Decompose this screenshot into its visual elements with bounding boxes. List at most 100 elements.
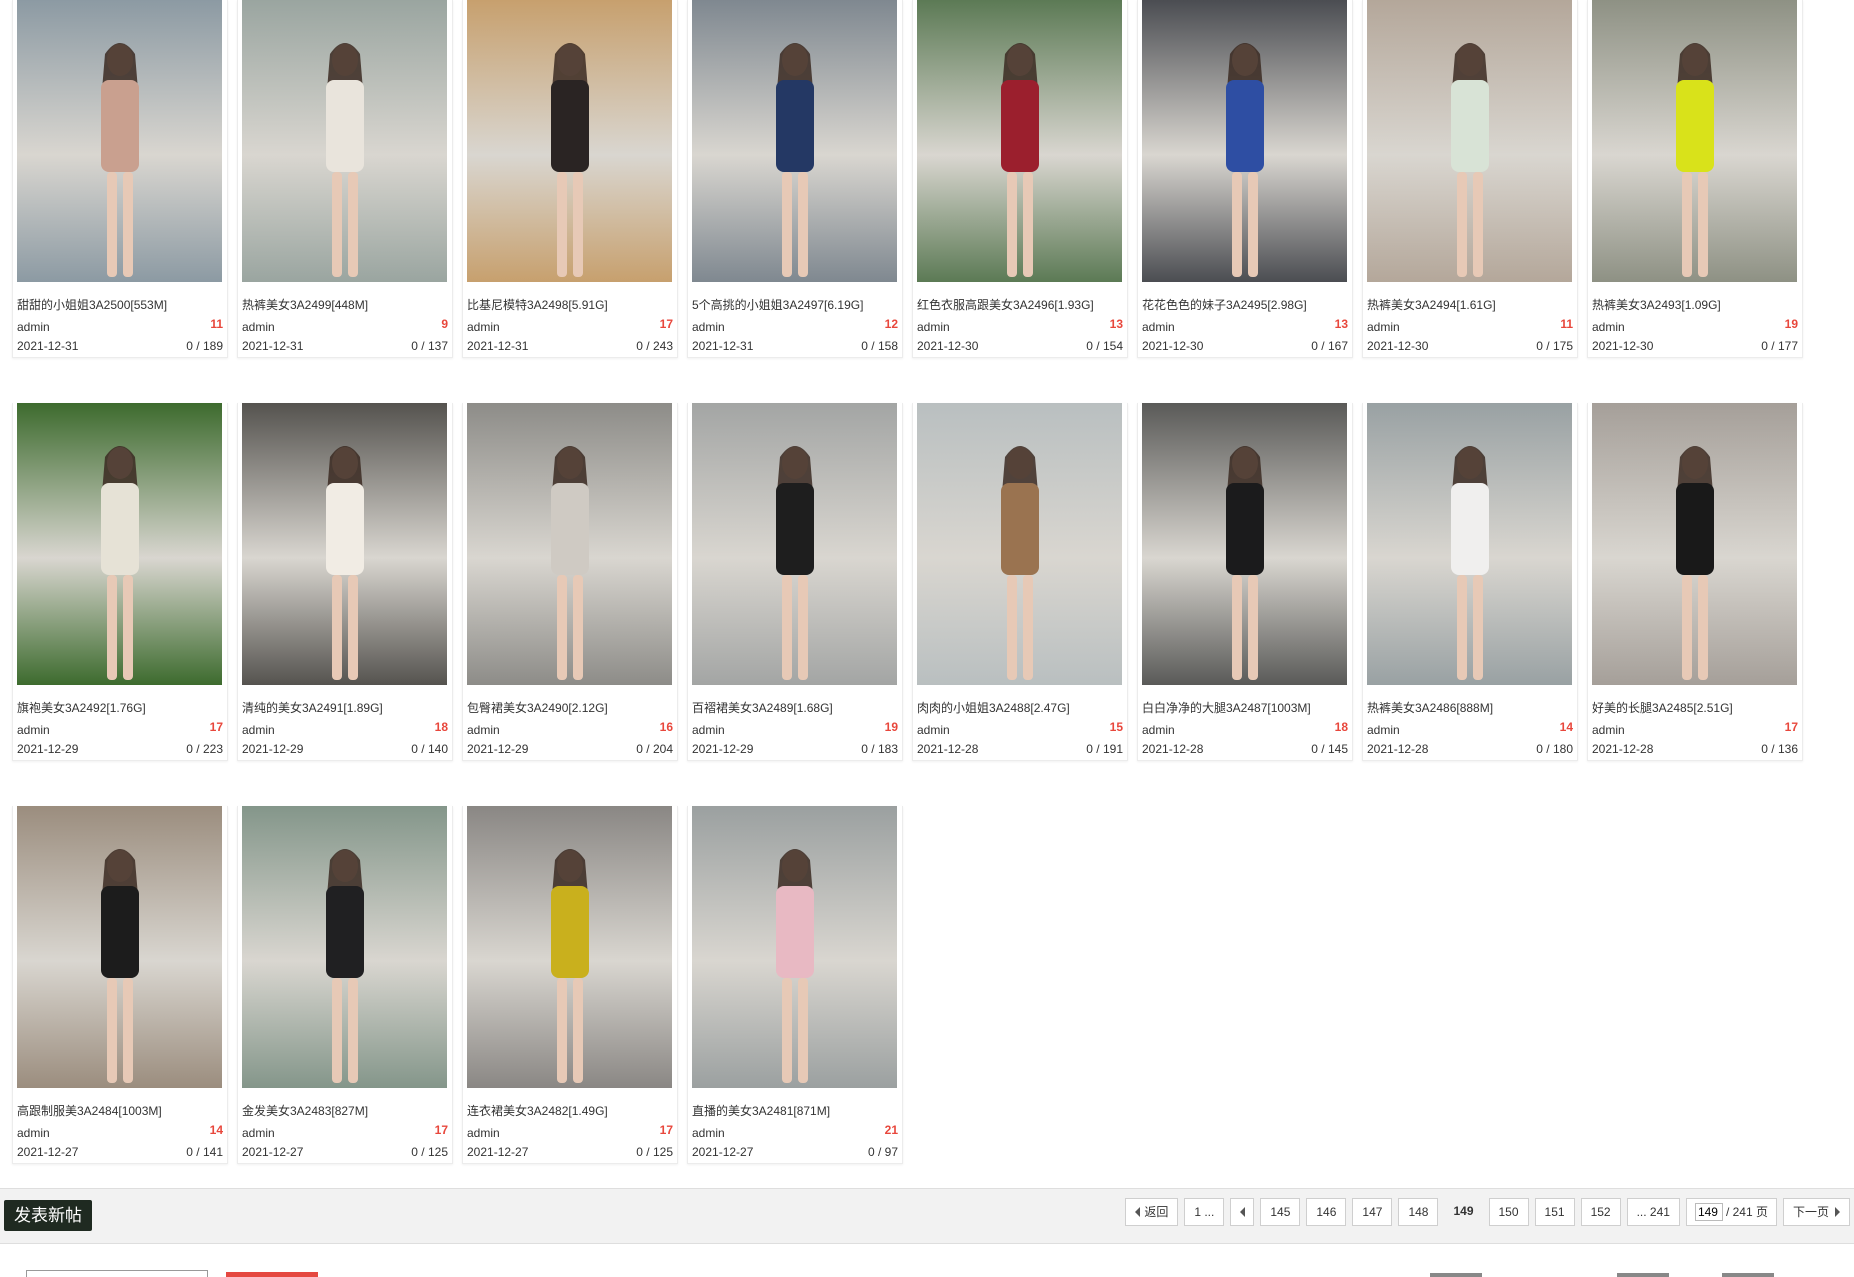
thread-card[interactable]: 直播的美女3A2481[871M] admin 21 2021-12-27 0 / 97 xyxy=(687,806,903,1164)
thread-card[interactable]: 红色衣服高跟美女3A2496[1.93G] admin 13 2021-12-30 0 … xyxy=(912,0,1128,358)
thread-title[interactable]: 红色衣服高跟美女3A2496[1.93G] xyxy=(917,296,1122,313)
thread-card[interactable]: 包臀裙美女3A2490[2.12G] admin 16 2021-12-29 0 / 2… xyxy=(462,403,678,761)
thread-title[interactable]: 热裤美女3A2494[1.61G] xyxy=(1367,296,1572,313)
thread-thumbnail[interactable] xyxy=(242,403,447,685)
prev-page-button[interactable] xyxy=(1230,1198,1255,1226)
page-link[interactable]: 146 xyxy=(1306,1198,1347,1226)
thread-card[interactable]: 热裤美女3A2493[1.09G] admin 19 2021-12-30 0 / 17… xyxy=(1587,0,1803,358)
page-jump-input[interactable] xyxy=(1694,1203,1723,1221)
thread-title[interactable]: 比基尼模特3A2498[5.91G] xyxy=(467,296,672,313)
thread-card[interactable]: 热裤美女3A2494[1.61G] admin 11 2021-12-30 0 / 17… xyxy=(1362,0,1578,358)
thread-author[interactable]: admin xyxy=(692,1126,725,1140)
footer-link[interactable] xyxy=(1617,1273,1669,1277)
thread-author[interactable]: admin xyxy=(917,320,950,334)
thread-card[interactable]: 热裤美女3A2486[888M] admin 14 2021-12-28 0 / 180 xyxy=(1362,403,1578,761)
thread-title[interactable]: 花花色色的妹子3A2495[2.98G] xyxy=(1142,296,1347,313)
thread-title[interactable]: 直播的美女3A2481[871M] xyxy=(692,1102,897,1119)
thread-title[interactable]: 百褶裙美女3A2489[1.68G] xyxy=(692,699,897,716)
footer-link[interactable] xyxy=(1722,1273,1774,1277)
page-link[interactable]: 152 xyxy=(1580,1198,1621,1226)
thread-thumbnail[interactable] xyxy=(17,403,222,685)
thread-author[interactable]: admin xyxy=(17,1126,50,1140)
thread-author[interactable]: admin xyxy=(242,723,275,737)
page-last[interactable]: ... 241 xyxy=(1626,1198,1680,1226)
thread-author[interactable]: admin xyxy=(1367,723,1400,737)
footer-link[interactable] xyxy=(1430,1273,1482,1277)
thread-card[interactable]: 金发美女3A2483[827M] admin 17 2021-12-27 0 / 125 xyxy=(237,806,453,1164)
thread-title[interactable]: 包臀裙美女3A2490[2.12G] xyxy=(467,699,672,716)
thread-author[interactable]: admin xyxy=(1592,723,1625,737)
thread-card[interactable]: 百褶裙美女3A2489[1.68G] admin 19 2021-12-29 0 / 1… xyxy=(687,403,903,761)
thread-title[interactable]: 肉肉的小姐姐3A2488[2.47G] xyxy=(917,699,1122,716)
thread-author[interactable]: admin xyxy=(17,723,50,737)
thread-title[interactable]: 5个高挑的小姐姐3A2497[6.19G] xyxy=(692,296,897,313)
thread-author[interactable]: admin xyxy=(1592,320,1625,334)
thread-card[interactable]: 白白净净的大腿3A2487[1003M] admin 18 2021-12-28 0 /… xyxy=(1137,403,1353,761)
thread-date: 2021-12-31 xyxy=(692,339,754,353)
thread-card[interactable]: 旗袍美女3A2492[1.76G] admin 17 2021-12-29 0 / 22… xyxy=(12,403,228,761)
thread-author[interactable]: admin xyxy=(242,320,275,334)
thread-title[interactable]: 热裤美女3A2493[1.09G] xyxy=(1592,296,1797,313)
thread-author[interactable]: admin xyxy=(467,723,500,737)
thread-thumbnail[interactable] xyxy=(692,0,897,282)
thread-card[interactable]: 甜甜的小姐姐3A2500[553M] admin 11 2021-12-31 0 / 1… xyxy=(12,0,228,358)
page-link[interactable]: 148 xyxy=(1398,1198,1439,1226)
thread-title[interactable]: 金发美女3A2483[827M] xyxy=(242,1102,447,1119)
thread-title[interactable]: 白白净净的大腿3A2487[1003M] xyxy=(1142,699,1347,716)
thread-card[interactable]: 好美的长腿3A2485[2.51G] admin 17 2021-12-28 0 / 1… xyxy=(1587,403,1803,761)
page-first[interactable]: 1 ... xyxy=(1184,1198,1225,1226)
thread-thumbnail[interactable] xyxy=(1367,403,1572,685)
thread-title[interactable]: 热裤美女3A2499[448M] xyxy=(242,296,447,313)
thread-title[interactable]: 连衣裙美女3A2482[1.49G] xyxy=(467,1102,672,1119)
thread-thumbnail[interactable] xyxy=(467,806,672,1088)
thread-author[interactable]: admin xyxy=(467,320,500,334)
next-page-button[interactable]: 下一页 xyxy=(1782,1198,1850,1226)
back-button[interactable]: 返回 xyxy=(1125,1198,1179,1226)
thread-card[interactable]: 肉肉的小姐姐3A2488[2.47G] admin 15 2021-12-28 0 / … xyxy=(912,403,1128,761)
thread-author[interactable]: admin xyxy=(692,723,725,737)
thread-author[interactable]: admin xyxy=(1142,320,1175,334)
thumbnail-figure xyxy=(550,446,589,680)
thread-title[interactable]: 高跟制服美3A2484[1003M] xyxy=(17,1102,222,1119)
thread-thumbnail[interactable] xyxy=(692,806,897,1088)
thread-thumbnail[interactable] xyxy=(1592,403,1797,685)
thread-thumbnail[interactable] xyxy=(1367,0,1572,282)
thread-reply-view-count: 0 / 136 xyxy=(1761,742,1798,756)
thread-title[interactable]: 清纯的美女3A2491[1.89G] xyxy=(242,699,447,716)
thread-author[interactable]: admin xyxy=(17,320,50,334)
thread-thumbnail[interactable] xyxy=(1592,0,1797,282)
thread-thumbnail[interactable] xyxy=(917,403,1122,685)
thread-card[interactable]: 5个高挑的小姐姐3A2497[6.19G] admin 12 2021-12-31 0 … xyxy=(687,0,903,358)
thread-card[interactable]: 清纯的美女3A2491[1.89G] admin 18 2021-12-29 0 / 1… xyxy=(237,403,453,761)
thread-card[interactable]: 连衣裙美女3A2482[1.49G] admin 17 2021-12-27 0 / 1… xyxy=(462,806,678,1164)
page-link[interactable]: 151 xyxy=(1534,1198,1575,1226)
thread-card[interactable]: 热裤美女3A2499[448M] admin 9 2021-12-31 0 / 137 xyxy=(237,0,453,358)
thread-thumbnail[interactable] xyxy=(692,403,897,685)
thread-card[interactable]: 花花色色的妹子3A2495[2.98G] admin 13 2021-12-30 0 /… xyxy=(1137,0,1353,358)
thread-card[interactable]: 比基尼模特3A2498[5.91G] admin 17 2021-12-31 0 / 2… xyxy=(462,0,678,358)
thread-thumbnail[interactable] xyxy=(242,806,447,1088)
thread-author[interactable]: admin xyxy=(1367,320,1400,334)
thread-thumbnail[interactable] xyxy=(17,0,222,282)
thread-title[interactable]: 热裤美女3A2486[888M] xyxy=(1367,699,1572,716)
page-link[interactable]: 150 xyxy=(1488,1198,1529,1226)
thread-title[interactable]: 甜甜的小姐姐3A2500[553M] xyxy=(17,296,222,313)
thread-title[interactable]: 旗袍美女3A2492[1.76G] xyxy=(17,699,222,716)
thread-author[interactable]: admin xyxy=(917,723,950,737)
thread-author[interactable]: admin xyxy=(467,1126,500,1140)
thread-thumbnail[interactable] xyxy=(467,403,672,685)
page-link[interactable]: 145 xyxy=(1260,1198,1301,1226)
thread-thumbnail[interactable] xyxy=(1142,403,1347,685)
thread-thumbnail[interactable] xyxy=(242,0,447,282)
thread-author[interactable]: admin xyxy=(692,320,725,334)
thread-thumbnail[interactable] xyxy=(467,0,672,282)
thread-author[interactable]: admin xyxy=(242,1126,275,1140)
page-link[interactable]: 147 xyxy=(1352,1198,1393,1226)
thread-thumbnail[interactable] xyxy=(1142,0,1347,282)
thread-title[interactable]: 好美的长腿3A2485[2.51G] xyxy=(1592,699,1797,716)
thread-card[interactable]: 高跟制服美3A2484[1003M] admin 14 2021-12-27 0 / 1… xyxy=(12,806,228,1164)
thread-thumbnail[interactable] xyxy=(917,0,1122,282)
thread-thumbnail[interactable] xyxy=(17,806,222,1088)
thread-author[interactable]: admin xyxy=(1142,723,1175,737)
new-post-button[interactable]: 发表新帖 xyxy=(4,1200,92,1231)
